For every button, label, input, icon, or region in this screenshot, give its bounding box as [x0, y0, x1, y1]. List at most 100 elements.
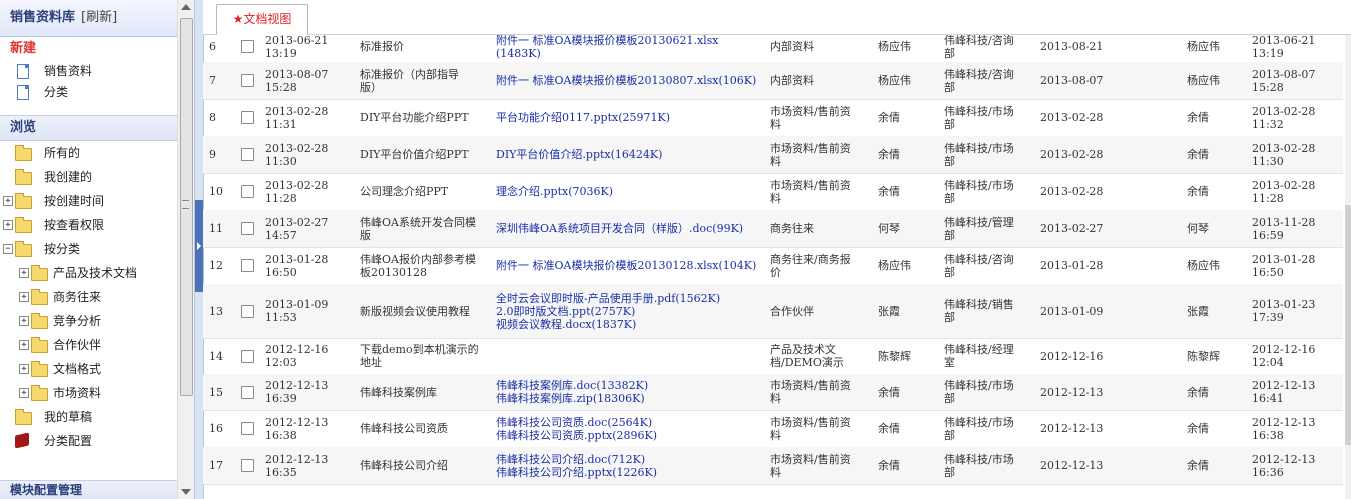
row-number-cell: 10 — [209, 173, 233, 210]
expand-icon[interactable]: + — [19, 340, 29, 350]
browse-by-permission[interactable]: + 按查看权限 — [0, 213, 177, 237]
attachment-link[interactable]: 平台功能介绍0117.pptx(25971K) — [496, 111, 670, 124]
category-doc-format[interactable]: + 文档格式 — [0, 357, 177, 381]
attachment-link[interactable]: 理念介绍.pptx(7036K) — [496, 185, 613, 198]
row-checkbox-cell[interactable] — [241, 35, 261, 62]
modified-time-cell: 2012-12-13 16:38 — [1252, 410, 1340, 447]
browse-mine[interactable]: 我创建的 — [0, 165, 177, 189]
table-row[interactable]: 8 2013-02-28 11:31 DIY平台功能介绍PPT 平台功能介绍0117.p… — [203, 99, 1343, 137]
row-checkbox-cell[interactable] — [241, 447, 261, 484]
row-checkbox-cell[interactable] — [241, 99, 261, 136]
table-row[interactable]: 6 2013-06-21 13:19 标准报价 附件一 标准OA模块报价模板201306… — [203, 35, 1343, 63]
tab-document-view[interactable]: ★文档视图 — [216, 4, 308, 35]
scroll-up-arrow-icon[interactable] — [181, 4, 191, 10]
expand-icon[interactable]: + — [19, 292, 29, 302]
attachment-link[interactable]: 深圳伟峰OA系统项目开发合同（样版）.doc(99K) — [496, 222, 743, 235]
module-config-header[interactable]: 模块配置管理 — [0, 480, 177, 499]
attachment-link[interactable]: 伟峰科技案例库.doc(13382K) — [496, 379, 648, 392]
modifier-cell: 余倩 — [1187, 99, 1239, 136]
category-config[interactable]: 分类配置 — [0, 429, 177, 453]
new-sales-material[interactable]: 销售资料 — [0, 61, 177, 82]
category-partners[interactable]: + 合作伙伴 — [0, 333, 177, 357]
modifier-cell-text: 余倩 — [1187, 422, 1209, 435]
attachment-link[interactable]: 伟峰科技公司介绍.pptx(1226K) — [496, 466, 657, 479]
row-checkbox[interactable] — [241, 74, 254, 87]
category-competition[interactable]: + 竞争分析 — [0, 309, 177, 333]
row-checkbox-cell[interactable] — [241, 410, 261, 447]
table-row[interactable]: 9 2013-02-28 11:30 DIY平台价值介绍PPT DIY平台价值介绍.pp… — [203, 136, 1343, 174]
attachment-link[interactable]: 伟峰科技公司资质.doc(2564K) — [496, 416, 652, 429]
table-row[interactable]: 12 2013-01-28 16:50 伟峰OA报价内部参考模 板20130128 附件一… — [203, 247, 1343, 285]
row-checkbox[interactable] — [241, 349, 254, 363]
table-scrollbar[interactable] — [1345, 35, 1351, 499]
expand-icon[interactable]: + — [19, 388, 29, 398]
row-checkbox-cell[interactable] — [241, 247, 261, 284]
collapse-handle-icon[interactable] — [195, 200, 203, 292]
table-row[interactable]: 15 2012-12-13 16:39 伟峰科技案例库 伟峰科技案例库.doc(1338… — [203, 374, 1343, 411]
table-row[interactable]: 16 2012-12-13 16:38 伟峰科技公司资质 伟峰科技公司资质.doc(25… — [203, 410, 1343, 448]
table-row[interactable] — [203, 484, 1343, 499]
sidebar-scrollbar[interactable] — [177, 0, 194, 499]
row-checkbox-cell[interactable] — [241, 62, 261, 99]
row-checkbox[interactable] — [241, 222, 254, 235]
department-cell: 伟峰科技/市场部 — [944, 99, 1036, 136]
new-item-label: 销售资料 — [44, 64, 93, 78]
browse-by-time[interactable]: + 按创建时间 — [0, 189, 177, 213]
scroll-down-arrow-icon[interactable] — [181, 489, 191, 495]
row-number-cell-text: 14 — [209, 349, 223, 363]
expand-icon[interactable]: + — [3, 196, 13, 206]
table-row[interactable]: 17 2012-12-13 16:35 伟峰科技公司介绍 伟峰科技公司介绍.doc(71… — [203, 447, 1343, 485]
scrollbar-thumb[interactable] — [1345, 205, 1351, 445]
attachment-link[interactable]: 视频会议教程.docx(1837K) — [496, 318, 636, 331]
row-number-cell: 8 — [209, 99, 233, 136]
table-row[interactable]: 7 2013-08-07 15:28 标准报价（内部指导 版） 附件一 标准OA模块报价模… — [203, 62, 1343, 100]
category-product-docs[interactable]: + 产品及技术文档 — [0, 261, 177, 285]
attachment-link[interactable]: 伟峰科技公司介绍.doc(712K) — [496, 453, 645, 466]
row-checkbox-cell[interactable] — [241, 173, 261, 210]
expand-icon[interactable]: + — [19, 364, 29, 374]
my-drafts[interactable]: 我的草稿 — [0, 405, 177, 429]
row-checkbox-cell[interactable] — [241, 338, 261, 374]
row-checkbox[interactable] — [241, 422, 254, 435]
created-time-cell-line: 11:28 — [265, 191, 297, 205]
expand-icon[interactable]: + — [19, 268, 29, 278]
row-checkbox-cell[interactable] — [241, 284, 261, 338]
date-cell-text: 2013-08-21 — [1040, 40, 1104, 53]
browse-all[interactable]: 所有的 — [0, 141, 177, 165]
attachment-link[interactable]: DIY平台价值介绍.pptx(16424K) — [496, 148, 662, 161]
table-row[interactable]: 10 2013-02-28 11:28 公司理念介绍PPT 理念介绍.pptx(7036… — [203, 173, 1343, 211]
category-business[interactable]: + 商务往来 — [0, 285, 177, 309]
browse-by-category[interactable]: − 按分类 — [0, 237, 177, 261]
attachment-link[interactable]: 全时云会议即时版-产品使用手册.pdf(1562K) — [496, 292, 720, 305]
category-marketing[interactable]: + 市场资料 — [0, 381, 177, 405]
attachment-link[interactable]: 附件一 标准OA模块报价模板20130807.xlsx(106K) — [496, 74, 756, 87]
attachment-link[interactable]: 伟峰科技案例库.zip(18306K) — [496, 392, 645, 405]
row-checkbox[interactable] — [241, 259, 254, 272]
category-cell: 产品及技术文 档/DEMO演示 — [770, 338, 872, 374]
collapse-icon[interactable]: − — [3, 244, 13, 254]
date-cell-text: 2013-01-09 — [1040, 304, 1104, 318]
attachment-link[interactable]: 附件一 标准OA模块报价模板20130621.xlsx — [496, 35, 719, 47]
row-checkbox[interactable] — [241, 111, 254, 124]
row-checkbox-cell[interactable] — [241, 136, 261, 173]
row-checkbox[interactable] — [241, 385, 254, 399]
row-checkbox[interactable] — [241, 459, 254, 472]
table-row[interactable]: 14 2012-12-16 12:03 下载demo到本机演示的 地址 产品及技术文 档/D… — [203, 338, 1343, 375]
title-cell-line: 下载demo到本机演示的 — [360, 343, 479, 356]
table-row[interactable]: 13 2013-01-09 11:53 新版视频会议使用教程 全时云会议即时版-产品使用… — [203, 284, 1343, 339]
row-checkbox[interactable] — [241, 40, 254, 53]
row-checkbox[interactable] — [241, 148, 254, 161]
row-checkbox-cell[interactable] — [241, 374, 261, 410]
expand-icon[interactable]: + — [3, 220, 13, 230]
row-checkbox[interactable] — [241, 304, 254, 318]
refresh-link[interactable]: [刷新] — [81, 10, 117, 25]
attachment-link[interactable]: 伟峰科技公司资质.pptx(2896K) — [496, 429, 657, 442]
row-checkbox-cell[interactable] — [241, 210, 261, 247]
attachment-link[interactable]: 附件一 标准OA模块报价模板20130128.xlsx(104K) — [496, 259, 756, 272]
new-category[interactable]: 分类 — [0, 82, 177, 103]
table-row[interactable]: 11 2013-02-27 14:57 伟峰OA系统开发合同模版深圳伟峰OA系统项目开… — [203, 210, 1343, 248]
attachment-link[interactable]: 2.0即时版文档.ppt(2757K) — [496, 305, 635, 318]
expand-icon[interactable]: + — [19, 316, 29, 326]
attachment-link[interactable]: (1483K) — [496, 47, 541, 60]
row-checkbox[interactable] — [241, 185, 254, 198]
